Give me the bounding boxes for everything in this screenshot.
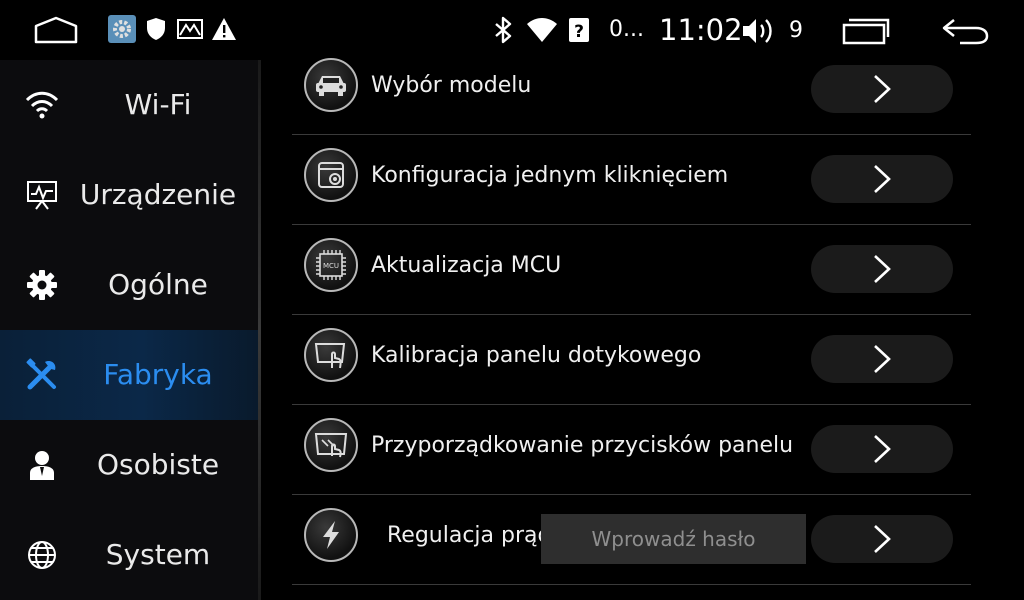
- back-icon[interactable]: [940, 16, 990, 46]
- clock: 11:02: [659, 13, 743, 47]
- open-button[interactable]: [811, 245, 953, 293]
- battery-status-text: 0...: [609, 17, 644, 42]
- chevron-right-icon: [874, 525, 891, 553]
- sidebar-item-label: Osobiste: [96, 448, 220, 481]
- recents-icon[interactable]: [842, 17, 890, 45]
- list-item-label: Aktualizacja MCU: [371, 253, 562, 278]
- tools-icon: [25, 358, 59, 392]
- shield-icon: [142, 15, 170, 43]
- list-item-label: Przyporządkowanie przycisków panelu: [371, 433, 794, 458]
- sidebar-item-label: Wi-Fi: [124, 88, 192, 121]
- list-item-touch-calibration[interactable]: Kalibracja panelu dotykowego: [292, 314, 971, 405]
- open-button[interactable]: [811, 425, 953, 473]
- chevron-right-icon: [874, 345, 891, 373]
- chevron-right-icon: [874, 435, 891, 463]
- wifi-icon: [25, 88, 59, 122]
- sidebar-item-label: Ogólne: [108, 268, 208, 301]
- notification-icons: [108, 15, 238, 43]
- mcu-icon-text: MCU: [323, 262, 339, 270]
- chevron-right-icon: [874, 165, 891, 193]
- sidebar-item-label: System: [105, 538, 211, 571]
- car-icon: [304, 58, 358, 112]
- bluetooth-icon: [495, 16, 512, 44]
- panel-buttons-icon: [304, 418, 358, 472]
- password-input[interactable]: Wprowadź hasło: [541, 514, 806, 564]
- unknown-network-icon: ?: [569, 18, 589, 42]
- open-button[interactable]: [811, 335, 953, 383]
- device-monitor-icon: [25, 178, 59, 212]
- lightning-icon: [304, 508, 358, 562]
- list-item-label: Konfiguracja jednym kliknięciem: [371, 163, 729, 188]
- list-item-label: Wybór modelu: [371, 73, 532, 98]
- open-button[interactable]: [811, 515, 953, 563]
- open-button[interactable]: [811, 65, 953, 113]
- list-item-label: Regulacja prąd: [387, 523, 552, 548]
- svg-text:?: ?: [574, 22, 584, 42]
- home-icon[interactable]: [34, 16, 78, 44]
- warning-icon: [210, 15, 238, 43]
- open-button[interactable]: [811, 155, 953, 203]
- sidebar-item-factory[interactable]: Fabryka: [0, 330, 258, 420]
- mail-icon: [176, 15, 204, 43]
- volume-icon[interactable]: [741, 16, 775, 46]
- volume-level: 9: [789, 18, 803, 43]
- sidebar-item-personal[interactable]: Osobiste: [0, 420, 258, 510]
- sidebar-item-system[interactable]: System: [0, 510, 258, 600]
- list-item-one-click-config[interactable]: Konfiguracja jednym kliknięciem: [292, 134, 971, 225]
- list-item-model-selection[interactable]: Wybór modelu: [292, 44, 971, 135]
- sidebar-item-label: Fabryka: [103, 358, 213, 391]
- one-click-config-icon: [304, 148, 358, 202]
- sidebar-item-general[interactable]: Ogólne: [0, 240, 258, 330]
- person-icon: [25, 448, 59, 482]
- password-placeholder: Wprowadź hasło: [591, 527, 756, 551]
- sidebar-item-device[interactable]: Urządzenie: [0, 150, 258, 240]
- settings-notification-icon: [108, 15, 136, 43]
- mcu-chip-icon: MCU: [304, 238, 358, 292]
- list-item-label: Kalibracja panelu dotykowego: [371, 343, 702, 368]
- list-item-mcu-update[interactable]: MCU Aktualizacja MCU: [292, 224, 971, 315]
- list-item-panel-button-mapping[interactable]: Przyporządkowanie przycisków panelu: [292, 404, 971, 495]
- chevron-right-icon: [874, 255, 891, 283]
- touch-calibration-icon: [304, 328, 358, 382]
- settings-sidebar: Wi-Fi Urządzenie Ogólne Fabryka Osobiste…: [0, 60, 260, 600]
- sidebar-divider: [258, 60, 261, 600]
- sidebar-item-wifi[interactable]: Wi-Fi: [0, 60, 258, 150]
- chevron-right-icon: [874, 75, 891, 103]
- wifi-icon: [527, 18, 557, 42]
- globe-icon: [25, 538, 59, 572]
- gear-icon: [25, 268, 59, 302]
- sidebar-item-label: Urządzenie: [79, 178, 237, 211]
